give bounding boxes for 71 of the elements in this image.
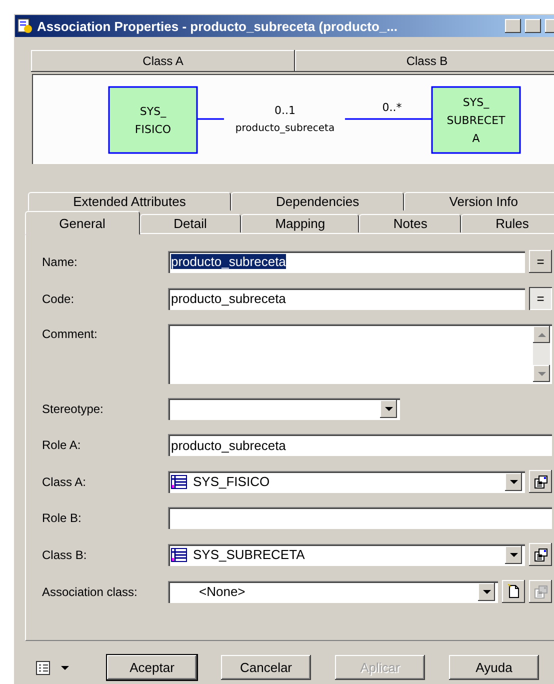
up-arrow-icon — [538, 332, 546, 336]
down-arrow-icon — [538, 372, 546, 376]
scrollbar[interactable] — [533, 326, 550, 382]
field-value: producto_subreceta — [171, 438, 286, 452]
tab[interactable]: Detail — [140, 214, 242, 233]
field-label: Comment: — [42, 326, 98, 341]
dropdown-field[interactable]: SYS_FISICO — [168, 470, 525, 492]
caret-icon — [510, 552, 518, 556]
field-label: Class B: — [42, 548, 88, 562]
tab[interactable]: Mapping — [241, 214, 360, 233]
tab[interactable]: Dependencies — [230, 192, 404, 211]
field-label: Class A: — [42, 474, 88, 488]
field-value: producto_subreceta — [171, 291, 286, 306]
tab[interactable]: Rules — [461, 214, 554, 233]
caret-icon — [510, 480, 518, 484]
properties-icon — [534, 474, 548, 488]
properties-button[interactable] — [529, 470, 552, 493]
properties-icon — [534, 584, 548, 598]
caret-icon — [61, 666, 69, 670]
field-value: <None> — [198, 584, 246, 599]
properties-icon — [534, 548, 548, 562]
equals-button[interactable]: = — [529, 250, 552, 273]
class-node: SYS_ SUBRECET A — [431, 86, 521, 154]
dialog-button[interactable]: Aceptar — [107, 655, 197, 680]
class-header[interactable]: Class B — [295, 50, 554, 72]
text-field[interactable]: producto_subreceta — [168, 434, 552, 456]
field-label: Role B: — [42, 511, 82, 525]
window-title: Association Properties - producto_subreceta (producto_... — [37, 18, 398, 34]
class-header[interactable]: Class A — [31, 50, 295, 72]
multiplicity-label: 0..1 — [274, 104, 296, 117]
field-value: SYS_FISICO — [193, 474, 271, 489]
new-document-icon — [508, 584, 520, 599]
field-value: producto_subreceta — [171, 254, 286, 269]
tab[interactable]: Extended Attributes — [28, 192, 231, 211]
text-field[interactable] — [168, 507, 552, 529]
dropdown-field[interactable]: <None> — [168, 580, 498, 602]
list-icon — [35, 660, 51, 676]
dialog-button[interactable]: Ayuda — [449, 655, 539, 680]
field-label: Name: — [42, 254, 78, 268]
dropdown-field[interactable]: SYS_SUBRECETA — [168, 544, 525, 566]
field-label: Code: — [42, 292, 76, 306]
minimize-button[interactable] — [505, 19, 521, 33]
app-icon — [17, 18, 33, 34]
field-value: SYS_SUBRECETA — [193, 547, 306, 562]
dropdown-field[interactable] — [168, 398, 400, 420]
dialog-button[interactable]: Cancelar — [221, 655, 311, 680]
text-field[interactable]: producto_subreceta — [168, 288, 525, 310]
tab[interactable]: General — [25, 211, 140, 235]
tab[interactable]: Version Info — [404, 192, 554, 211]
table-icon — [171, 548, 187, 562]
dropdown-button[interactable] — [478, 582, 495, 600]
dropdown-button[interactable] — [380, 400, 397, 418]
equals-button[interactable]: = — [529, 287, 552, 310]
maximize-button[interactable] — [525, 19, 541, 33]
properties-button[interactable] — [529, 543, 552, 566]
multiplicity-label: 0..* — [382, 101, 402, 114]
association-line — [197, 118, 224, 120]
association-name: producto_subreceta — [235, 123, 335, 134]
caret-icon — [482, 590, 490, 594]
comment-field[interactable] — [168, 324, 552, 384]
text-field[interactable]: producto_subreceta — [168, 250, 525, 272]
field-label: Association class: — [42, 584, 138, 598]
field-label: Stereotype: — [42, 402, 104, 416]
field-label: Role A: — [42, 438, 82, 452]
class-node: SYS_ FISICO — [108, 86, 198, 154]
tab[interactable]: Notes — [359, 214, 462, 233]
dropdown-button[interactable] — [505, 546, 522, 564]
dropdown-button[interactable] — [505, 472, 522, 490]
new-button[interactable] — [502, 580, 525, 603]
caret-icon — [384, 407, 392, 411]
table-icon — [171, 474, 187, 488]
